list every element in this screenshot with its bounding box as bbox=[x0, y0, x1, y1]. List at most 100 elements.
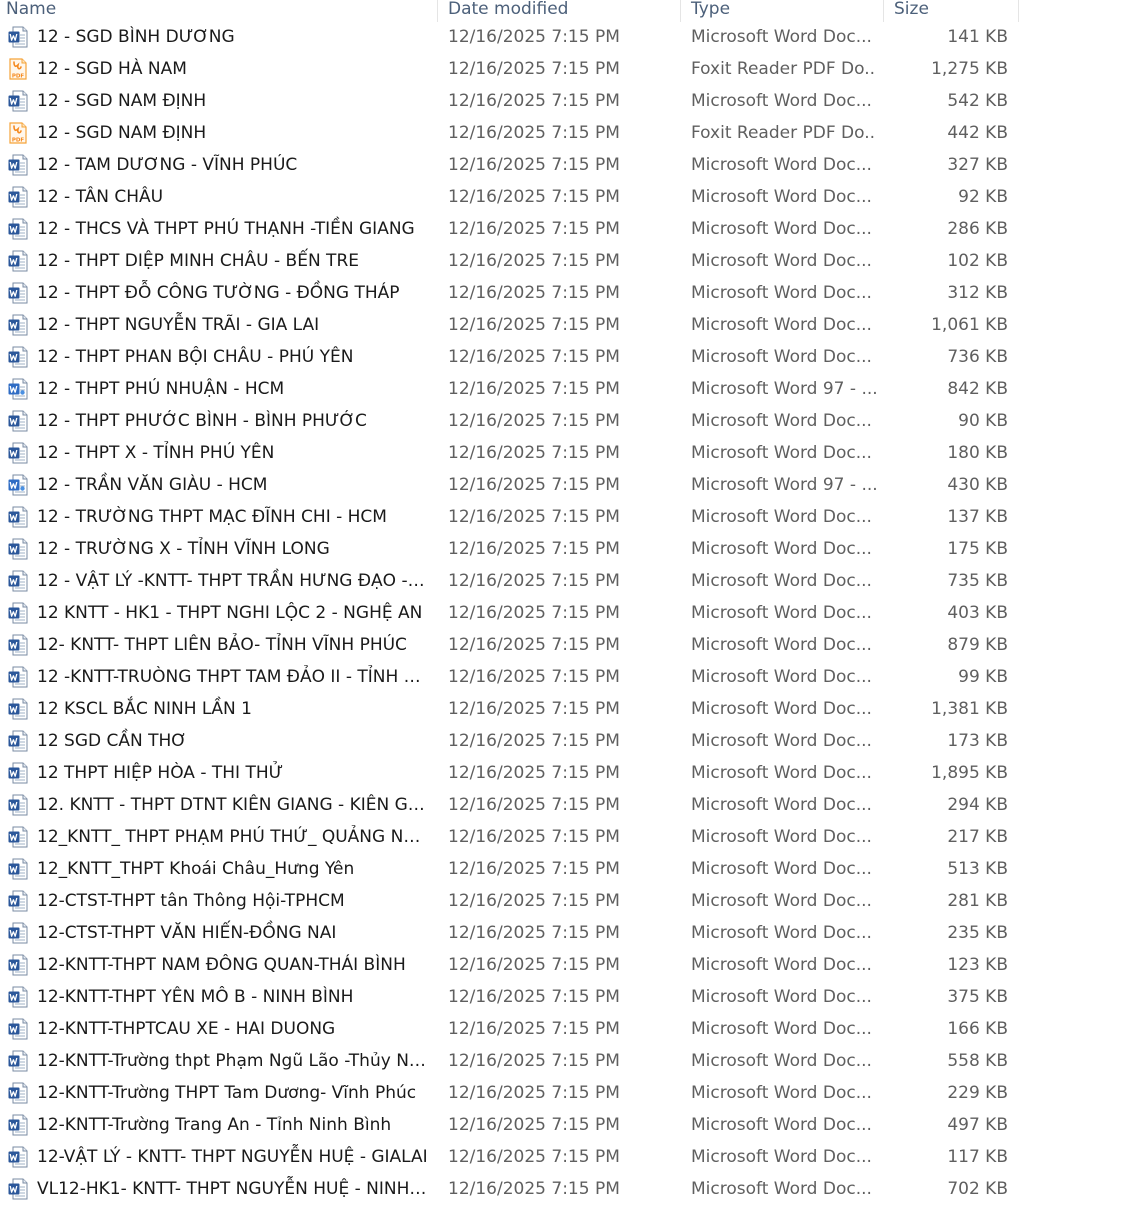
file-type: Microsoft Word Doc... bbox=[691, 923, 872, 943]
column-divider[interactable] bbox=[437, 0, 438, 22]
file-row[interactable]: 12 - THPT DIỆP MINH CHÂU - BẾN TRE 12/16/… bbox=[0, 245, 1020, 277]
file-name: 12- KNTT- THPT LIÊN BẢO- TỈNH VĨNH PHÚC bbox=[37, 635, 407, 655]
file-row[interactable]: 12. KNTT - THPT DTNT KIÊN GIANG - KIÊN G… bbox=[0, 789, 1020, 821]
file-name: 12 - SGD NAM ĐỊNH bbox=[37, 123, 207, 143]
file-size: 92 KB bbox=[958, 187, 1008, 207]
column-divider[interactable] bbox=[883, 0, 884, 22]
file-type: Microsoft Word Doc... bbox=[691, 411, 872, 431]
file-name: 12 - SGD NAM ĐỊNH bbox=[37, 91, 207, 111]
file-date-modified: 12/16/2025 7:15 PM bbox=[448, 955, 620, 975]
word-97-document-icon bbox=[8, 378, 28, 400]
file-type: Microsoft Word Doc... bbox=[691, 987, 872, 1007]
file-date-modified: 12/16/2025 7:15 PM bbox=[448, 1051, 620, 1071]
word-document-icon bbox=[8, 346, 28, 368]
file-type: Microsoft Word Doc... bbox=[691, 347, 872, 367]
file-date-modified: 12/16/2025 7:15 PM bbox=[448, 1115, 620, 1135]
file-row[interactable]: 12 - SGD NAM ĐỊNH 12/16/2025 7:15 PM Micro… bbox=[0, 85, 1020, 117]
file-row[interactable]: 12-VẬT LÝ - KNTT- THPT NGUYỄN HUỆ - GIAL… bbox=[0, 1141, 1020, 1173]
word-document-icon bbox=[8, 698, 28, 720]
file-list: 12 - SGD BÌNH DƯƠNG 12/16/2025 7:15 PM Mic… bbox=[0, 21, 1020, 1205]
file-date-modified: 12/16/2025 7:15 PM bbox=[448, 379, 620, 399]
word-document-icon bbox=[8, 218, 28, 240]
word-document-icon bbox=[8, 1178, 28, 1200]
file-row[interactable]: 12 - TRƯỜNG THPT MẠC ĐĨNH CHI - HCM 12/16… bbox=[0, 501, 1020, 533]
file-size: 1,381 KB bbox=[931, 699, 1008, 719]
file-size: 702 KB bbox=[947, 1179, 1008, 1199]
file-row[interactable]: 12 - THCS VÀ THPT PHÚ THẠNH -TIỀN GIANG 1… bbox=[0, 213, 1020, 245]
column-divider[interactable] bbox=[1018, 0, 1019, 22]
word-document-icon bbox=[8, 250, 28, 272]
file-row[interactable]: 12-KNTT-THPT YÊN MÔ B - NINH BÌNH 12/16/2… bbox=[0, 981, 1020, 1013]
file-row[interactable]: 12 KNTT - HK1 - THPT NGHI LỘC 2 - NGHỆ A… bbox=[0, 597, 1020, 629]
file-row[interactable]: 12 SGD CẦN THƠ 12/16/2025 7:15 PM Microsof… bbox=[0, 725, 1020, 757]
column-header-type[interactable]: Type bbox=[691, 0, 881, 22]
file-row[interactable]: 12 - THPT X - TỈNH PHÚ YÊN 12/16/2025 7:1… bbox=[0, 437, 1020, 469]
column-divider[interactable] bbox=[680, 0, 681, 22]
file-row[interactable]: 12_KNTT_THPT Khoái Châu_Hưng Yên 12/16/20… bbox=[0, 853, 1020, 885]
file-size: 327 KB bbox=[947, 155, 1008, 175]
foxit-pdf-icon: PDF bbox=[8, 58, 28, 80]
file-date-modified: 12/16/2025 7:15 PM bbox=[448, 699, 620, 719]
file-type: Foxit Reader PDF Do... bbox=[691, 123, 876, 143]
file-row[interactable]: 12-CTST-THPT tân Thông Hội-TPHCM 12/16/20… bbox=[0, 885, 1020, 917]
file-name: 12-CTST-THPT VĂN HIẾN-ĐỒNG NAI bbox=[37, 923, 337, 943]
file-row[interactable]: 12 - VẬT LÝ -KNTT- THPT TRẦN HƯNG ĐẠO - … bbox=[0, 565, 1020, 597]
file-size: 1,275 KB bbox=[931, 59, 1008, 79]
file-type: Microsoft Word 97 - ... bbox=[691, 475, 876, 495]
file-type: Microsoft Word Doc... bbox=[691, 507, 872, 527]
file-type: Foxit Reader PDF Do... bbox=[691, 59, 876, 79]
file-row[interactable]: 12-KNTT-THPTCAU XE - HAI DUONG 12/16/2025… bbox=[0, 1013, 1020, 1045]
word-document-icon bbox=[8, 730, 28, 752]
foxit-pdf-icon: PDF bbox=[8, 122, 28, 144]
word-document-icon bbox=[8, 954, 28, 976]
file-type: Microsoft Word Doc... bbox=[691, 1179, 872, 1199]
file-name: 12-VẬT LÝ - KNTT- THPT NGUYỄN HUỆ - GIAL… bbox=[37, 1147, 428, 1167]
file-name: VL12-HK1- KNTT- THPT NGUYỄN HUỆ - NINH B… bbox=[37, 1179, 429, 1199]
file-row[interactable]: 12 - THPT PHƯỚC BÌNH - BÌNH PHƯỚC 12/16/2… bbox=[0, 405, 1020, 437]
file-row[interactable]: 12-KNTT-Trường THPT Tam Dương- Vĩnh Phúc… bbox=[0, 1077, 1020, 1109]
file-row[interactable]: 12-KNTT-Trường Trang An - Tỉnh Ninh Bình… bbox=[0, 1109, 1020, 1141]
file-date-modified: 12/16/2025 7:15 PM bbox=[448, 1019, 620, 1039]
file-row[interactable]: 12 - THPT PHAN BỘI CHÂU - PHÚ YÊN 12/16/2… bbox=[0, 341, 1020, 373]
file-name: 12-CTST-THPT tân Thông Hội-TPHCM bbox=[37, 891, 345, 911]
column-header-date-modified[interactable]: Date modified bbox=[448, 0, 678, 22]
file-row[interactable]: 12-CTST-THPT VĂN HIẾN-ĐỒNG NAI 12/16/2025… bbox=[0, 917, 1020, 949]
file-row[interactable]: 12 - THPT PHÚ NHUẬN - HCM 12/16/2025 7:15… bbox=[0, 373, 1020, 405]
file-row[interactable]: 12 THPT HIỆP HÒA - THI THỬ 12/16/2025 7:1… bbox=[0, 757, 1020, 789]
file-row[interactable]: 12 - TRẦN VĂN GIÀU - HCM 12/16/2025 7:15 … bbox=[0, 469, 1020, 501]
column-header-name[interactable]: Name bbox=[6, 0, 436, 22]
file-size: 281 KB bbox=[947, 891, 1008, 911]
file-date-modified: 12/16/2025 7:15 PM bbox=[448, 315, 620, 335]
file-row[interactable]: 12 - TAM DƯƠNG - VĨNH PHÚC 12/16/2025 7:1… bbox=[0, 149, 1020, 181]
file-row[interactable]: 12 - TRƯỜNG X - TỈNH VĨNH LONG 12/16/2025… bbox=[0, 533, 1020, 565]
file-row[interactable]: 12_KNTT_ THPT PHẠM PHÚ THỨ_ QUẢNG NAM 12/… bbox=[0, 821, 1020, 853]
file-size: 90 KB bbox=[958, 411, 1008, 431]
file-row[interactable]: 12-KNTT-Trường thpt Phạm Ngũ Lão -Thủy N… bbox=[0, 1045, 1020, 1077]
file-row[interactable]: 12-KNTT-THPT NAM ĐÔNG QUAN-THÁI BÌNH 12/1… bbox=[0, 949, 1020, 981]
file-row[interactable]: VL12-HK1- KNTT- THPT NGUYỄN HUỆ - NINH B… bbox=[0, 1173, 1020, 1205]
file-type: Microsoft Word Doc... bbox=[691, 91, 872, 111]
file-row[interactable]: 12 - THPT ĐỖ CÔNG TƯỜNG - ĐỒNG THÁP 12/16… bbox=[0, 277, 1020, 309]
file-type: Microsoft Word Doc... bbox=[691, 763, 872, 783]
column-header-size[interactable]: Size bbox=[894, 0, 1014, 22]
file-size: 294 KB bbox=[947, 795, 1008, 815]
file-row[interactable]: 12- KNTT- THPT LIÊN BẢO- TỈNH VĨNH PHÚC 1… bbox=[0, 629, 1020, 661]
file-row[interactable]: 12 KSCL BẮC NINH LẦN 1 12/16/2025 7:15 PM… bbox=[0, 693, 1020, 725]
file-row[interactable]: 12 - SGD BÌNH DƯƠNG 12/16/2025 7:15 PM Mic… bbox=[0, 21, 1020, 53]
file-date-modified: 12/16/2025 7:15 PM bbox=[448, 891, 620, 911]
svg-text:PDF: PDF bbox=[12, 138, 25, 144]
file-row[interactable]: 12 -KNTT-TRUÒNG THPT TAM ĐẢO II - TỈNH V… bbox=[0, 661, 1020, 693]
file-row[interactable]: PDF 12 - SGD HÀ NAM 12/16/2025 7:15 PM Fox… bbox=[0, 53, 1020, 85]
word-document-icon bbox=[8, 922, 28, 944]
file-row[interactable]: 12 - THPT NGUYỄN TRÃI - GIA LAI 12/16/202… bbox=[0, 309, 1020, 341]
file-date-modified: 12/16/2025 7:15 PM bbox=[448, 91, 620, 111]
file-type: Microsoft Word Doc... bbox=[691, 443, 872, 463]
file-date-modified: 12/16/2025 7:15 PM bbox=[448, 1083, 620, 1103]
file-type: Microsoft Word Doc... bbox=[691, 155, 872, 175]
word-document-icon bbox=[8, 538, 28, 560]
file-row[interactable]: PDF 12 - SGD NAM ĐỊNH 12/16/2025 7:15 PM F… bbox=[0, 117, 1020, 149]
file-type: Microsoft Word Doc... bbox=[691, 219, 872, 239]
file-row[interactable]: 12 - TÂN CHÂU 12/16/2025 7:15 PM Microsoft… bbox=[0, 181, 1020, 213]
file-date-modified: 12/16/2025 7:15 PM bbox=[448, 635, 620, 655]
file-name: 12-KNTT-Trường Trang An - Tỉnh Ninh Bình bbox=[37, 1115, 392, 1135]
